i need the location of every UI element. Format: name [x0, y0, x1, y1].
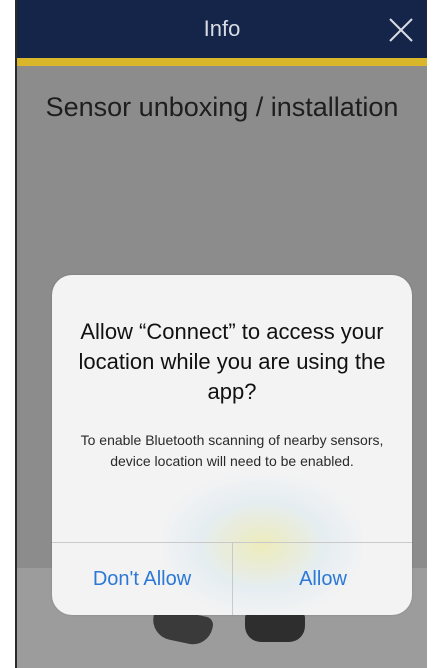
- dialog-title: Allow “Connect” to access your location …: [78, 319, 386, 404]
- nav-title: Info: [203, 16, 241, 41]
- dialog-message: To enable Bluetooth scanning of nearby s…: [80, 432, 384, 469]
- allow-button[interactable]: Allow: [233, 543, 412, 615]
- location-permission-dialog: Allow “Connect” to access your location …: [52, 275, 412, 615]
- close-icon[interactable]: [387, 16, 415, 44]
- page-heading: Sensor unboxing / installation: [45, 92, 399, 122]
- navigation-accent-stripe: [17, 58, 427, 66]
- dont-allow-button[interactable]: Don't Allow: [52, 543, 232, 615]
- app-screen: Info Sensor unboxing / installation Allo…: [15, 0, 427, 668]
- gateway-image: [245, 612, 305, 642]
